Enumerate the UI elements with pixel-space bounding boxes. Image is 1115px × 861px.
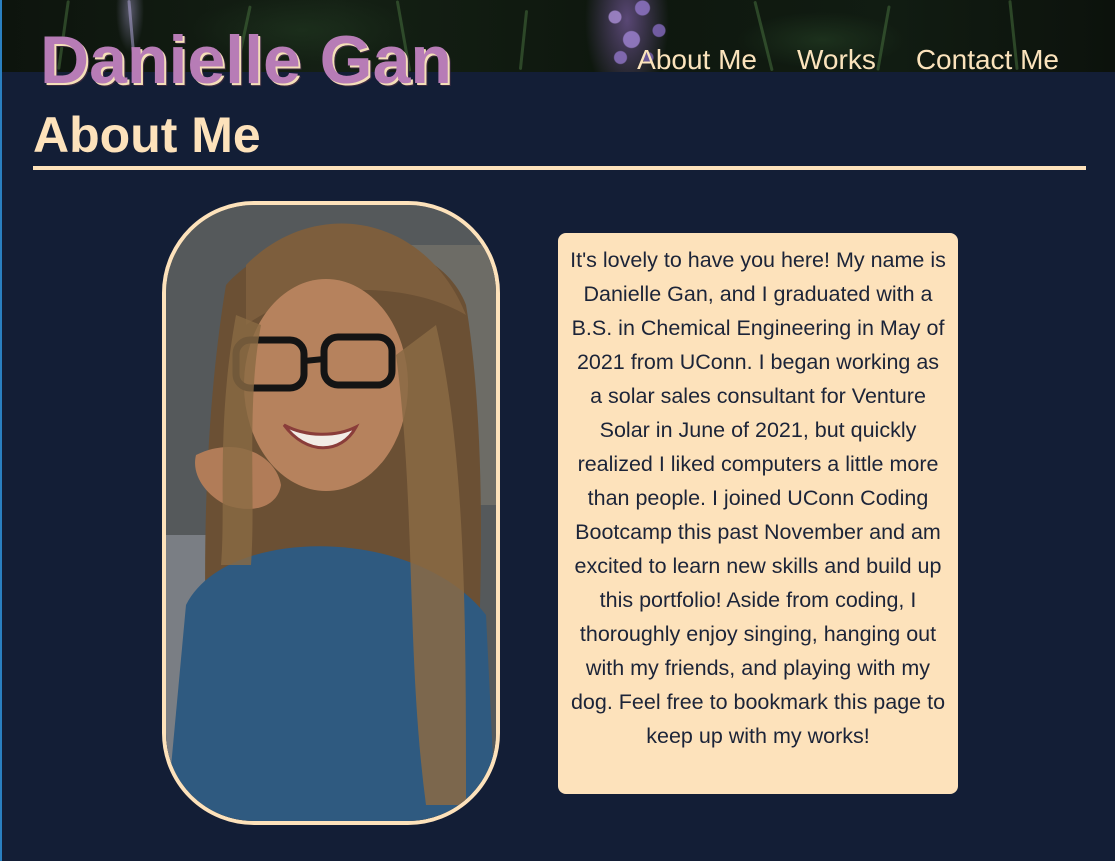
banner-foliage — [518, 10, 529, 70]
profile-photo — [162, 201, 500, 825]
nav-link-works[interactable]: Works — [797, 42, 876, 78]
main-nav: About Me Works Contact Me — [637, 42, 1059, 78]
profile-photo-illustration — [166, 205, 496, 821]
about-me-heading: About Me — [33, 107, 261, 163]
bio-text: It's lovely to have you here! My name is… — [570, 248, 946, 748]
nav-link-contact-me[interactable]: Contact Me — [916, 42, 1059, 78]
bio-card: It's lovely to have you here! My name is… — [558, 233, 958, 794]
section-divider — [33, 166, 1086, 170]
nav-link-about-me[interactable]: About Me — [637, 42, 757, 78]
photo-glasses-bridge — [303, 356, 325, 364]
page: Danielle Gan About Me Works Contact Me A… — [0, 0, 1115, 861]
site-title[interactable]: Danielle Gan — [40, 22, 452, 98]
